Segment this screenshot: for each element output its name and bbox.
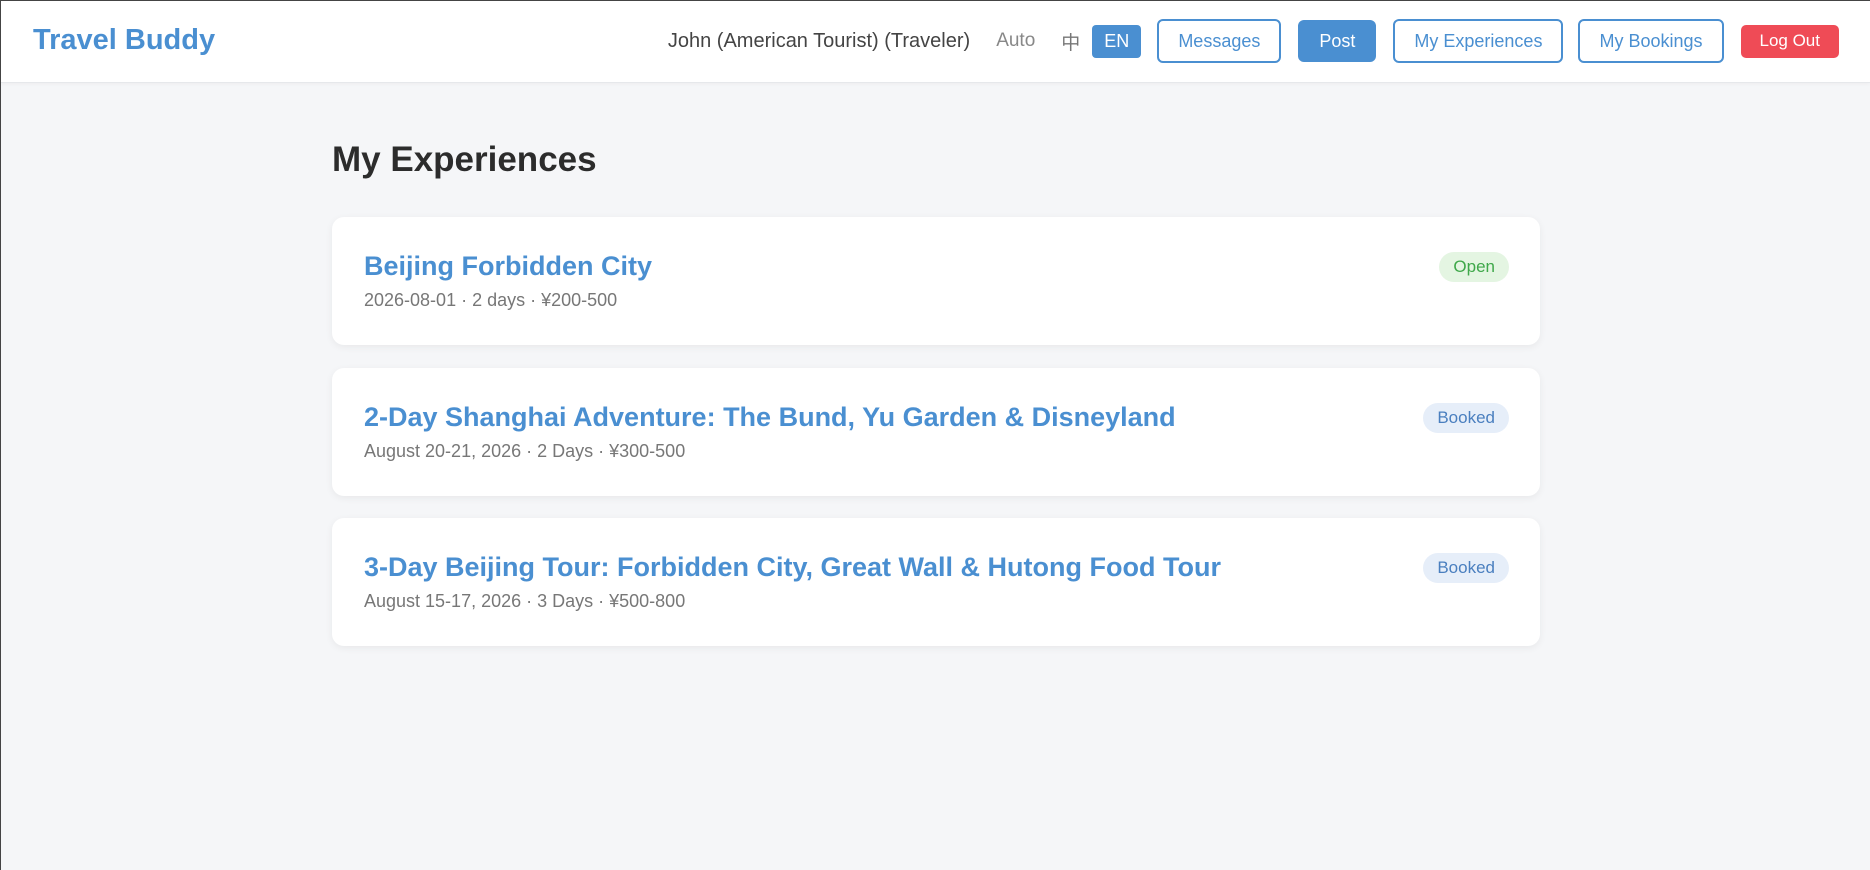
language-en-button[interactable]: EN bbox=[1092, 24, 1142, 58]
language-zh-button[interactable]: 中 bbox=[1061, 28, 1080, 55]
experience-meta: 2026-08-01 · 2 days · ¥200-500 bbox=[364, 290, 618, 310]
logout-button[interactable]: Log Out bbox=[1740, 24, 1839, 58]
experience-card[interactable]: 2-Day Shanghai Adventure: The Bund, Yu G… bbox=[332, 368, 1540, 496]
experience-card[interactable]: 3-Day Beijing Tour: Forbidden City, Grea… bbox=[332, 518, 1540, 646]
main-content: My Experiences Beijing Forbidden City 20… bbox=[332, 140, 1540, 646]
experience-card[interactable]: Beijing Forbidden City 2026-08-01 · 2 da… bbox=[332, 217, 1540, 345]
experience-title[interactable]: 2-Day Shanghai Adventure: The Bund, Yu G… bbox=[364, 402, 1176, 433]
my-experiences-button[interactable]: My Experiences bbox=[1393, 19, 1564, 63]
experience-title[interactable]: 3-Day Beijing Tour: Forbidden City, Grea… bbox=[364, 552, 1221, 583]
brand-logo[interactable]: Travel Buddy bbox=[33, 24, 215, 57]
top-navbar: Travel Buddy John (American Tourist) (Tr… bbox=[0, 0, 1870, 83]
status-badge: Booked bbox=[1423, 553, 1509, 583]
experience-meta: August 15-17, 2026 · 3 Days · ¥500-800 bbox=[364, 591, 686, 611]
post-button[interactable]: Post bbox=[1298, 20, 1377, 62]
experience-meta: August 20-21, 2026 · 2 Days · ¥300-500 bbox=[364, 441, 686, 461]
user-name: John (American Tourist) (Traveler) bbox=[667, 29, 971, 52]
page-title: My Experiences bbox=[332, 140, 597, 179]
nav-actions: John (American Tourist) (Traveler) Auto … bbox=[668, 19, 1839, 63]
status-badge: Booked bbox=[1423, 403, 1509, 433]
theme-auto-toggle[interactable]: Auto bbox=[996, 30, 1035, 52]
status-badge: Open bbox=[1439, 252, 1509, 282]
messages-button[interactable]: Messages bbox=[1157, 19, 1282, 63]
my-bookings-button[interactable]: My Bookings bbox=[1578, 19, 1724, 63]
experience-title[interactable]: Beijing Forbidden City bbox=[364, 251, 652, 282]
